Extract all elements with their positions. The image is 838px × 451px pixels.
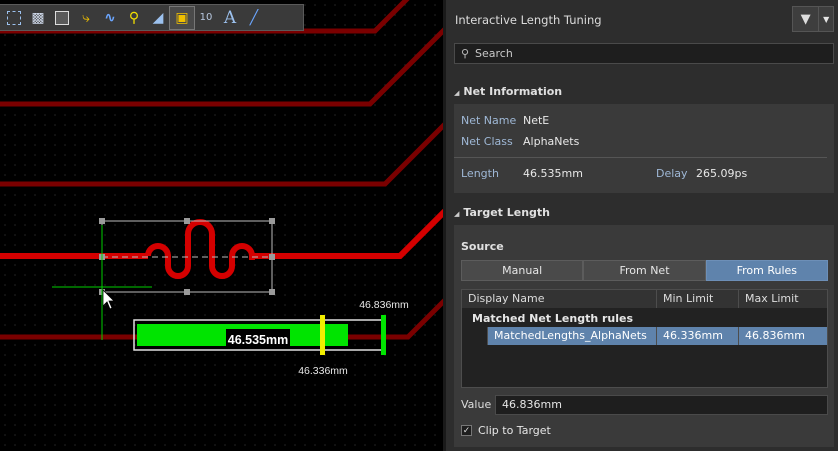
region-icon[interactable]: ◢ [146, 7, 170, 29]
value-input[interactable]: 46.836mm [495, 395, 828, 415]
net-information-header[interactable]: ◢ Net Information [454, 85, 562, 98]
diff-pair-icon[interactable]: ▣ [169, 5, 195, 30]
clip-to-target-checkbox[interactable]: ✓ Clip to Target [461, 424, 551, 437]
collapse-triangle-icon: ◢ [454, 89, 460, 97]
tab-from-net[interactable]: From Net [583, 260, 706, 281]
max-limit-marker [381, 315, 386, 355]
rule-max-cell: 46.836mm [739, 327, 827, 345]
clip-to-target-label: Clip to Target [478, 424, 551, 437]
tuning-icon[interactable]: ∿ [98, 7, 122, 29]
column-min-limit[interactable]: Min Limit [657, 290, 739, 308]
value-label: Value [461, 398, 492, 411]
rule-name-cell: MatchedLengths_AlphaNets [488, 327, 657, 345]
component-icon[interactable] [50, 7, 74, 29]
mouse-cursor-icon [102, 289, 115, 310]
target-length-header[interactable]: ◢ Target Length [454, 206, 550, 219]
pin-icon[interactable]: ⚲ [122, 7, 146, 29]
net-name-value: NetE [523, 114, 550, 127]
length-value: 46.535mm [523, 167, 583, 180]
trace-2[interactable] [0, 27, 445, 107]
pcb-drawing: 46.535mm 46.836mm 46.336mm [0, 0, 445, 377]
trace-3[interactable] [0, 122, 445, 187]
table-row[interactable]: MatchedLengths_AlphaNets 46.336mm 46.836… [462, 327, 827, 345]
chart-bar-icon[interactable]: ▩ [26, 7, 50, 29]
row-indent [462, 327, 488, 345]
select-rect-icon[interactable] [2, 7, 26, 29]
panel-title: Interactive Length Tuning [455, 13, 602, 27]
properties-panel: Interactive Length Tuning ▼ ▼ ⚲ Search ◢… [446, 0, 838, 451]
delay-label: Delay [656, 167, 688, 180]
rule-min-cell: 46.336mm [657, 327, 739, 345]
length-label: Length [461, 167, 499, 180]
chevron-down-icon[interactable]: ▼ [818, 7, 833, 31]
search-placeholder: Search [475, 47, 513, 60]
min-limit-label: 46.336mm [298, 365, 348, 377]
pcb-canvas[interactable]: 46.535mm 46.836mm 46.336mm ▩ ⤷ ∿ ⚲ ◢ ▣ 1… [0, 0, 445, 451]
delay-value: 265.09ps [696, 167, 748, 180]
divider [454, 157, 827, 158]
dimension-icon[interactable]: 10 [194, 7, 218, 29]
tab-from-rules[interactable]: From Rules [705, 260, 828, 281]
net-name-label: Net Name [461, 114, 517, 127]
line-icon[interactable]: ╱ [242, 7, 266, 29]
group-header: Matched Net Length rules [472, 312, 634, 325]
net-class-value: AlphaNets [523, 135, 580, 148]
filter-button[interactable]: ▼ ▼ [792, 6, 834, 32]
net-class-label: Net Class [461, 135, 513, 148]
filter-icon: ▼ [800, 11, 811, 27]
panel-header: Interactive Length Tuning ▼ ▼ [446, 0, 838, 38]
net-information-section: Net Name NetE Net Class AlphaNets Length… [454, 104, 834, 193]
checkbox-check-icon[interactable]: ✓ [461, 425, 472, 436]
column-max-limit[interactable]: Max Limit [739, 290, 827, 308]
min-limit-marker [320, 315, 325, 355]
length-value-label: 46.535mm [228, 333, 288, 347]
max-limit-label: 46.836mm [359, 299, 409, 311]
search-icon: ⚲ [460, 47, 470, 60]
collapse-triangle-icon: ◢ [454, 210, 460, 218]
tab-manual[interactable]: Manual [461, 260, 584, 281]
search-input[interactable]: ⚲ Search [454, 43, 834, 64]
route-icon[interactable]: ⤷ [74, 7, 98, 29]
rules-grid: Display Name Min Limit Max Limit Matched… [461, 289, 828, 388]
source-tabs: Manual From Net From Rules [461, 260, 828, 281]
source-label: Source [461, 240, 504, 253]
text-icon[interactable]: A [218, 7, 242, 29]
active-bar-toolbar: ▩ ⤷ ∿ ⚲ ◢ ▣ 10 A ╱ [0, 4, 304, 31]
column-display-name[interactable]: Display Name [462, 290, 657, 308]
